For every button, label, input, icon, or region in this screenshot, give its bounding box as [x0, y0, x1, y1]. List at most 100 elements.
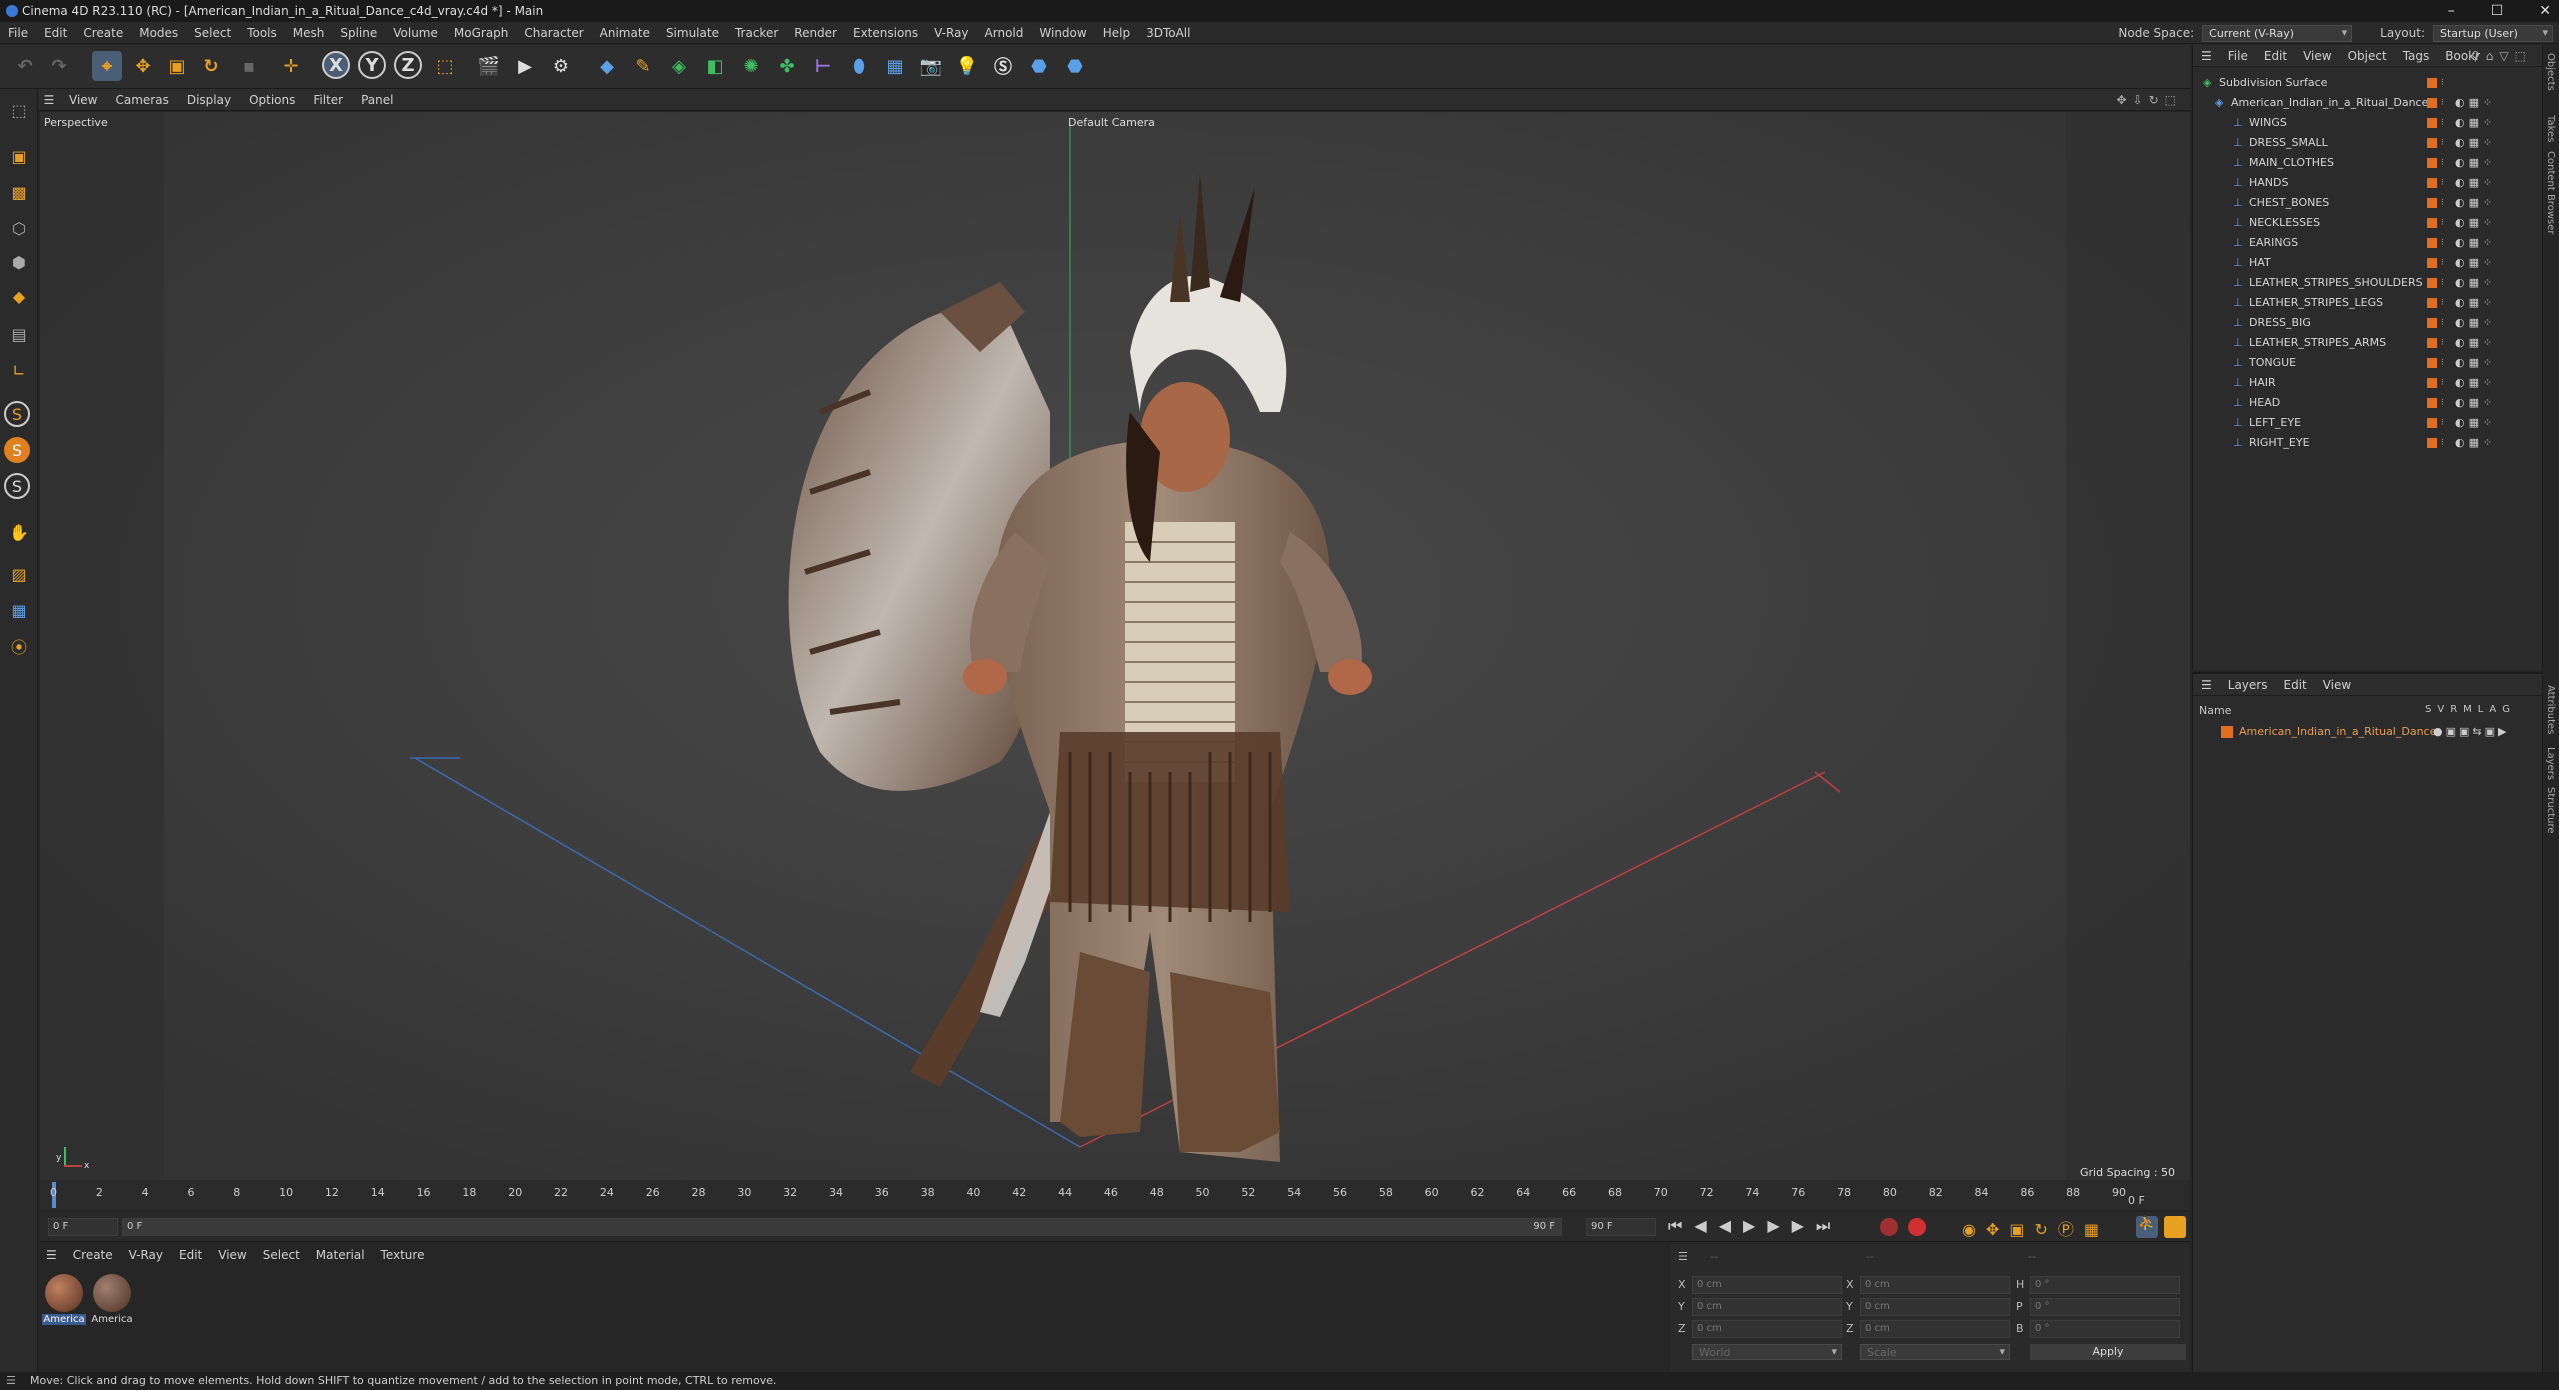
coord-transform-dropdown[interactable]: Scale — [1860, 1344, 2010, 1360]
visibility-dots-icon[interactable]: ⁝ — [2441, 313, 2444, 333]
rotation-b-field[interactable]: 0 ° — [2030, 1320, 2180, 1338]
material-menu-vray[interactable]: V-Ray — [121, 1248, 171, 1262]
position-z-field[interactable]: 0 cm — [1692, 1320, 1842, 1338]
menu-character[interactable]: Character — [516, 26, 591, 40]
timeline-icon[interactable] — [2164, 1216, 2186, 1238]
layer-row[interactable]: American_Indian_in_a_Ritual_Dance ●▣▣⇆▣▶ — [2193, 722, 2543, 742]
points-mode-icon[interactable]: ⬡ — [4, 213, 34, 243]
object-row[interactable]: ⊥ LEFT_EYE ⁝ ◐▦⁘ — [2193, 413, 2543, 433]
current-frame-field[interactable]: 0 F — [48, 1218, 118, 1236]
visibility-dots-icon[interactable]: ⁝ — [2441, 73, 2444, 93]
polygons-mode-icon[interactable]: ◆ — [4, 281, 34, 311]
menu-animate[interactable]: Animate — [592, 26, 658, 40]
visibility-dots-icon[interactable]: ⁝ — [2441, 133, 2444, 153]
pen-spline-icon[interactable]: ✎ — [628, 51, 658, 81]
layer-tag-icon[interactable] — [2427, 318, 2437, 328]
object-menu-icon[interactable]: ☰ — [2193, 49, 2220, 63]
coord-menu-icon[interactable]: ☰ — [1678, 1250, 1688, 1263]
material-tags-icon[interactable]: ◐▦⁘ — [2455, 396, 2515, 410]
object-row[interactable]: ⊥ DRESS_BIG ⁝ ◐▦⁘ — [2193, 313, 2543, 333]
material-menu-create[interactable]: Create — [65, 1248, 121, 1262]
axis-y-lock-button[interactable]: Y — [358, 51, 386, 79]
tab-takes[interactable]: Takes — [2545, 115, 2556, 142]
maximize-button[interactable]: ☐ — [2491, 0, 2504, 22]
object-row[interactable]: ⊥ LEATHER_STRIPES_SHOULDERS ⁝ ◐▦⁘ — [2193, 273, 2543, 293]
grid-icon[interactable]: ▨ — [4, 559, 34, 589]
scale-tool-icon[interactable]: ▣ — [162, 51, 192, 81]
rotate-tool-icon[interactable]: ↻ — [196, 51, 226, 81]
axis-x-lock-button[interactable]: X — [322, 51, 350, 79]
layer-color-swatch[interactable] — [2221, 726, 2233, 738]
snap-icon[interactable]: S — [4, 401, 30, 427]
material-menu-edit[interactable]: Edit — [171, 1248, 210, 1262]
visibility-dots-icon[interactable]: ⁝ — [2441, 393, 2444, 413]
3d-viewport[interactable]: Perspective Default Camera Grid Spacing … — [40, 112, 2190, 1180]
playback-controls[interactable]: ⏮◀◀▶▶▶⏭ — [1668, 1216, 1842, 1236]
viewport-menu-options[interactable]: Options — [240, 93, 304, 107]
move-tool-icon[interactable]: ✥ — [128, 51, 158, 81]
layout-dropdown[interactable]: Startup (User) — [2433, 24, 2553, 42]
floor-icon[interactable]: ▦ — [880, 51, 910, 81]
sculpt-icon[interactable]: ✋ — [4, 517, 34, 547]
visibility-dots-icon[interactable]: ⁝ — [2441, 353, 2444, 373]
layer-menu-edit[interactable]: Edit — [2275, 678, 2314, 692]
material-tags-icon[interactable]: ◐▦⁘ — [2455, 236, 2515, 250]
visibility-dots-icon[interactable]: ⁝ — [2441, 253, 2444, 273]
edges-mode-icon[interactable]: ⬢ — [4, 247, 34, 277]
visibility-dots-icon[interactable]: ⁝ — [2441, 93, 2444, 113]
layer-tag-icon[interactable] — [2427, 378, 2437, 388]
layer-tag-icon[interactable] — [2427, 78, 2437, 88]
menu-edit[interactable]: Edit — [36, 26, 75, 40]
coord-system-dropdown[interactable]: World — [1692, 1344, 1842, 1360]
timeline-ruler[interactable]: 0 2 4 6 8 10 12 14 16 18 20 22 24 26 28 30 32 34 36 38 40 42 4… — [40, 1180, 2190, 1210]
material-tags-icon[interactable]: ◐▦⁘ — [2455, 316, 2515, 330]
layer-tag-icon[interactable] — [2427, 158, 2437, 168]
tab-layers[interactable]: Layers — [2545, 747, 2556, 780]
viewport-menu-icon[interactable]: ☰ — [38, 93, 60, 107]
object-row[interactable]: ⊥ LEATHER_STRIPES_LEGS ⁝ ◐▦⁘ — [2193, 293, 2543, 313]
undo-icon[interactable]: ↶ — [10, 51, 40, 81]
object-row[interactable]: ⊥ WINGS ⁝ ◐▦⁘ — [2193, 113, 2543, 133]
apply-button[interactable]: Apply — [2030, 1344, 2186, 1360]
material-menu-select[interactable]: Select — [255, 1248, 308, 1262]
material-tags-icon[interactable]: ◐▦⁘ — [2455, 216, 2515, 230]
axis-mode-icon[interactable]: ∟ — [4, 355, 34, 385]
frame-range-slider[interactable]: 0 F 90 F — [122, 1218, 1562, 1236]
material-menu-icon[interactable]: ☰ — [38, 1248, 65, 1262]
cube-icon[interactable]: ◆ — [592, 51, 622, 81]
visibility-dots-icon[interactable]: ⁝ — [2441, 293, 2444, 313]
object-row[interactable]: ⊥ CHEST_BONES ⁝ ◐▦⁘ — [2193, 193, 2543, 213]
visibility-dots-icon[interactable]: ⁝ — [2441, 213, 2444, 233]
menu-render[interactable]: Render — [786, 26, 845, 40]
layer-tag-icon[interactable] — [2427, 398, 2437, 408]
guide-icon[interactable]: ⦿ — [4, 631, 34, 661]
visibility-dots-icon[interactable]: ⁝ — [2441, 413, 2444, 433]
layer-tag-icon[interactable] — [2427, 438, 2437, 448]
menu-create[interactable]: Create — [75, 26, 131, 40]
menu-spline[interactable]: Spline — [332, 26, 385, 40]
mograph-cloner-icon[interactable]: ✺ — [736, 51, 766, 81]
camera-icon[interactable]: 📷 — [916, 51, 946, 81]
visibility-dots-icon[interactable]: ⁝ — [2441, 333, 2444, 353]
layer-tag-icon[interactable] — [2427, 358, 2437, 368]
object-menu-object[interactable]: Object — [2340, 49, 2395, 63]
layer-tag-icon[interactable] — [2427, 118, 2437, 128]
subdivision-icon[interactable]: ◈ — [664, 51, 694, 81]
object-row[interactable]: ⊥ EARINGS ⁝ ◐▦⁘ — [2193, 233, 2543, 253]
material-menu-texture[interactable]: Texture — [373, 1248, 433, 1262]
menu-mograph[interactable]: MoGraph — [446, 26, 517, 40]
size-y-field[interactable]: 0 cm — [1860, 1298, 2010, 1316]
size-z-field[interactable]: 0 cm — [1860, 1320, 2010, 1338]
coordinate-system-icon[interactable]: ⬚ — [430, 51, 460, 81]
vray-icon[interactable]: Ⓢ — [988, 51, 1018, 81]
material-tags-icon[interactable]: ◐▦⁘ — [2455, 116, 2515, 130]
light-icon[interactable]: 💡 — [952, 51, 982, 81]
viewport-menu-panel[interactable]: Panel — [352, 93, 402, 107]
node-space-dropdown[interactable]: Current (V-Ray) — [2202, 24, 2353, 42]
menu-tracker[interactable]: Tracker — [727, 26, 786, 40]
layer-tag-icon[interactable] — [2427, 218, 2437, 228]
object-menu-view[interactable]: View — [2295, 49, 2339, 63]
menu-file[interactable]: File — [0, 26, 36, 40]
tab-content-browser[interactable]: Content Browser — [2545, 151, 2556, 234]
layer-tag-icon[interactable] — [2427, 198, 2437, 208]
